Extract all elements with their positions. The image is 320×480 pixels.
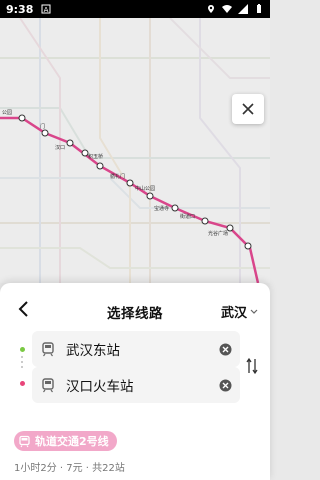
map-label: 宝通寺 <box>154 205 169 212</box>
connector-dot <box>21 366 23 368</box>
sim-alert-icon: A <box>41 4 51 14</box>
wifi-icon <box>222 5 232 13</box>
location-icon <box>208 5 214 13</box>
city-name: 武汉 <box>220 306 247 321</box>
map-label: 公园 <box>2 110 12 116</box>
map-label: 光谷广场 <box>208 230 228 237</box>
destination-dot <box>20 381 25 386</box>
route-summary: 1小时2分 · 7元 · 共22站 <box>14 463 125 474</box>
map-label: 积玉桥 <box>88 153 103 160</box>
swap-stations-button[interactable] <box>244 356 260 376</box>
to-station-name: 汉口火车站 <box>66 379 134 395</box>
status-bar: 9:38 A <box>0 0 270 18</box>
map-station <box>126 179 134 187</box>
signal-icon <box>238 4 248 14</box>
clear-to-icon[interactable] <box>219 379 232 392</box>
map-station <box>66 139 74 147</box>
chevron-down-icon <box>250 309 258 314</box>
connector-dot <box>21 361 23 363</box>
close-map-button[interactable] <box>232 94 264 124</box>
map-label: 循礼门 <box>110 173 125 180</box>
line-badge[interactable]: 轨道交通2号线 <box>14 431 117 451</box>
map-station <box>18 114 26 122</box>
train-icon <box>42 378 54 393</box>
to-station-field[interactable]: 汉口火车站 <box>32 367 240 403</box>
battery-icon <box>257 4 261 13</box>
metro-map-canvas: 公园 门 汉口 积玉桥 循礼门 中山公园 宝通寺 街道口 光谷广场 <box>0 18 270 283</box>
map-station <box>41 129 49 137</box>
map-station <box>96 162 104 170</box>
train-icon <box>42 342 54 357</box>
close-icon <box>242 103 254 115</box>
train-icon <box>19 435 30 447</box>
map-label: 汉口 <box>55 144 65 151</box>
status-time: 9:38 <box>6 2 34 16</box>
from-station-name: 武汉东站 <box>66 343 120 359</box>
map-station <box>146 192 154 200</box>
clear-from-icon[interactable] <box>219 343 232 356</box>
map-label: 门 <box>40 123 45 130</box>
map-station <box>201 217 209 225</box>
origin-dot <box>20 347 25 352</box>
map-label: 街道口 <box>180 213 195 220</box>
map-station <box>244 242 252 250</box>
route-sheet: 选择线路 武汉 武汉东站 汉口火车站 轨道交通2号线 1小时2分 · 7元 · … <box>0 283 270 480</box>
city-selector[interactable]: 武汉 <box>221 302 258 321</box>
connector-dot <box>21 356 23 358</box>
map-label: 中山公园 <box>135 185 155 192</box>
metro-map[interactable]: 公园 门 汉口 积玉桥 循礼门 中山公园 宝通寺 街道口 光谷广场 <box>0 18 270 283</box>
map-station <box>171 204 179 212</box>
line-name: 轨道交通2号线 <box>35 435 109 448</box>
swap-icon <box>246 357 258 375</box>
from-station-field[interactable]: 武汉东站 <box>32 331 240 367</box>
svg-text:A: A <box>44 6 49 14</box>
